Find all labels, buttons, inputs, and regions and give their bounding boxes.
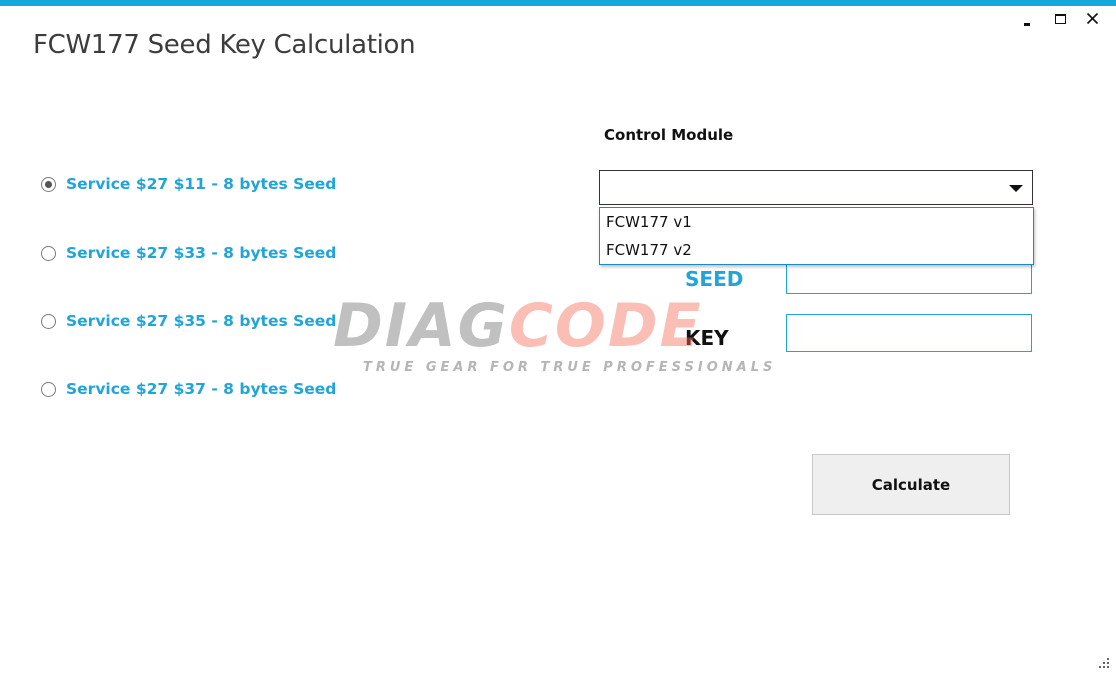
- control-module-select[interactable]: [599, 170, 1033, 205]
- control-module-option[interactable]: FCW177 v2: [600, 236, 1033, 264]
- service-radio-label: Service $27 $11 - 8 bytes Seed: [66, 175, 337, 193]
- service-radio-27-35[interactable]: Service $27 $35 - 8 bytes Seed: [41, 312, 336, 330]
- control-module-label: Control Module: [604, 126, 734, 144]
- service-radio-27-37[interactable]: Service $27 $37 - 8 bytes Seed: [41, 380, 336, 398]
- window-controls: [1020, 10, 1102, 28]
- watermark-logo: DIAGCODE: [333, 296, 703, 356]
- watermark-logo-code: CODE: [508, 291, 703, 361]
- resize-grip-icon[interactable]: [1098, 657, 1110, 669]
- app-window: FCW177 Seed Key Calculation Service $27 …: [0, 0, 1116, 675]
- key-label: KEY: [685, 326, 729, 350]
- title-accent-bar: [0, 0, 1116, 6]
- close-icon: [1086, 12, 1099, 25]
- calculate-button[interactable]: Calculate: [812, 454, 1010, 515]
- radio-button-checked[interactable]: [41, 176, 56, 192]
- service-radio-label: Service $27 $35 - 8 bytes Seed: [66, 312, 337, 330]
- maximize-button[interactable]: [1052, 10, 1070, 28]
- seed-label: SEED: [685, 267, 744, 291]
- window-title: FCW177 Seed Key Calculation: [33, 30, 416, 60]
- close-button[interactable]: [1084, 10, 1102, 28]
- key-input[interactable]: [786, 314, 1032, 352]
- service-radio-label: Service $27 $33 - 8 bytes Seed: [66, 244, 337, 262]
- control-module-options-list: FCW177 v1 FCW177 v2: [599, 207, 1034, 265]
- chevron-down-icon[interactable]: [1009, 185, 1023, 192]
- control-module-option[interactable]: FCW177 v1: [600, 208, 1033, 236]
- radio-button[interactable]: [41, 245, 56, 261]
- service-radio-27-11[interactable]: Service $27 $11 - 8 bytes Seed: [41, 175, 336, 193]
- service-radio-label: Service $27 $37 - 8 bytes Seed: [66, 380, 337, 398]
- watermark-logo-diag: DIAG: [333, 291, 509, 361]
- radio-button[interactable]: [41, 313, 56, 329]
- watermark-tagline: TRUE GEAR FOR TRUE PROFESSIONALS: [363, 360, 777, 375]
- radio-button[interactable]: [41, 381, 56, 397]
- service-radio-27-33[interactable]: Service $27 $33 - 8 bytes Seed: [41, 244, 336, 262]
- minimize-button[interactable]: [1020, 10, 1038, 28]
